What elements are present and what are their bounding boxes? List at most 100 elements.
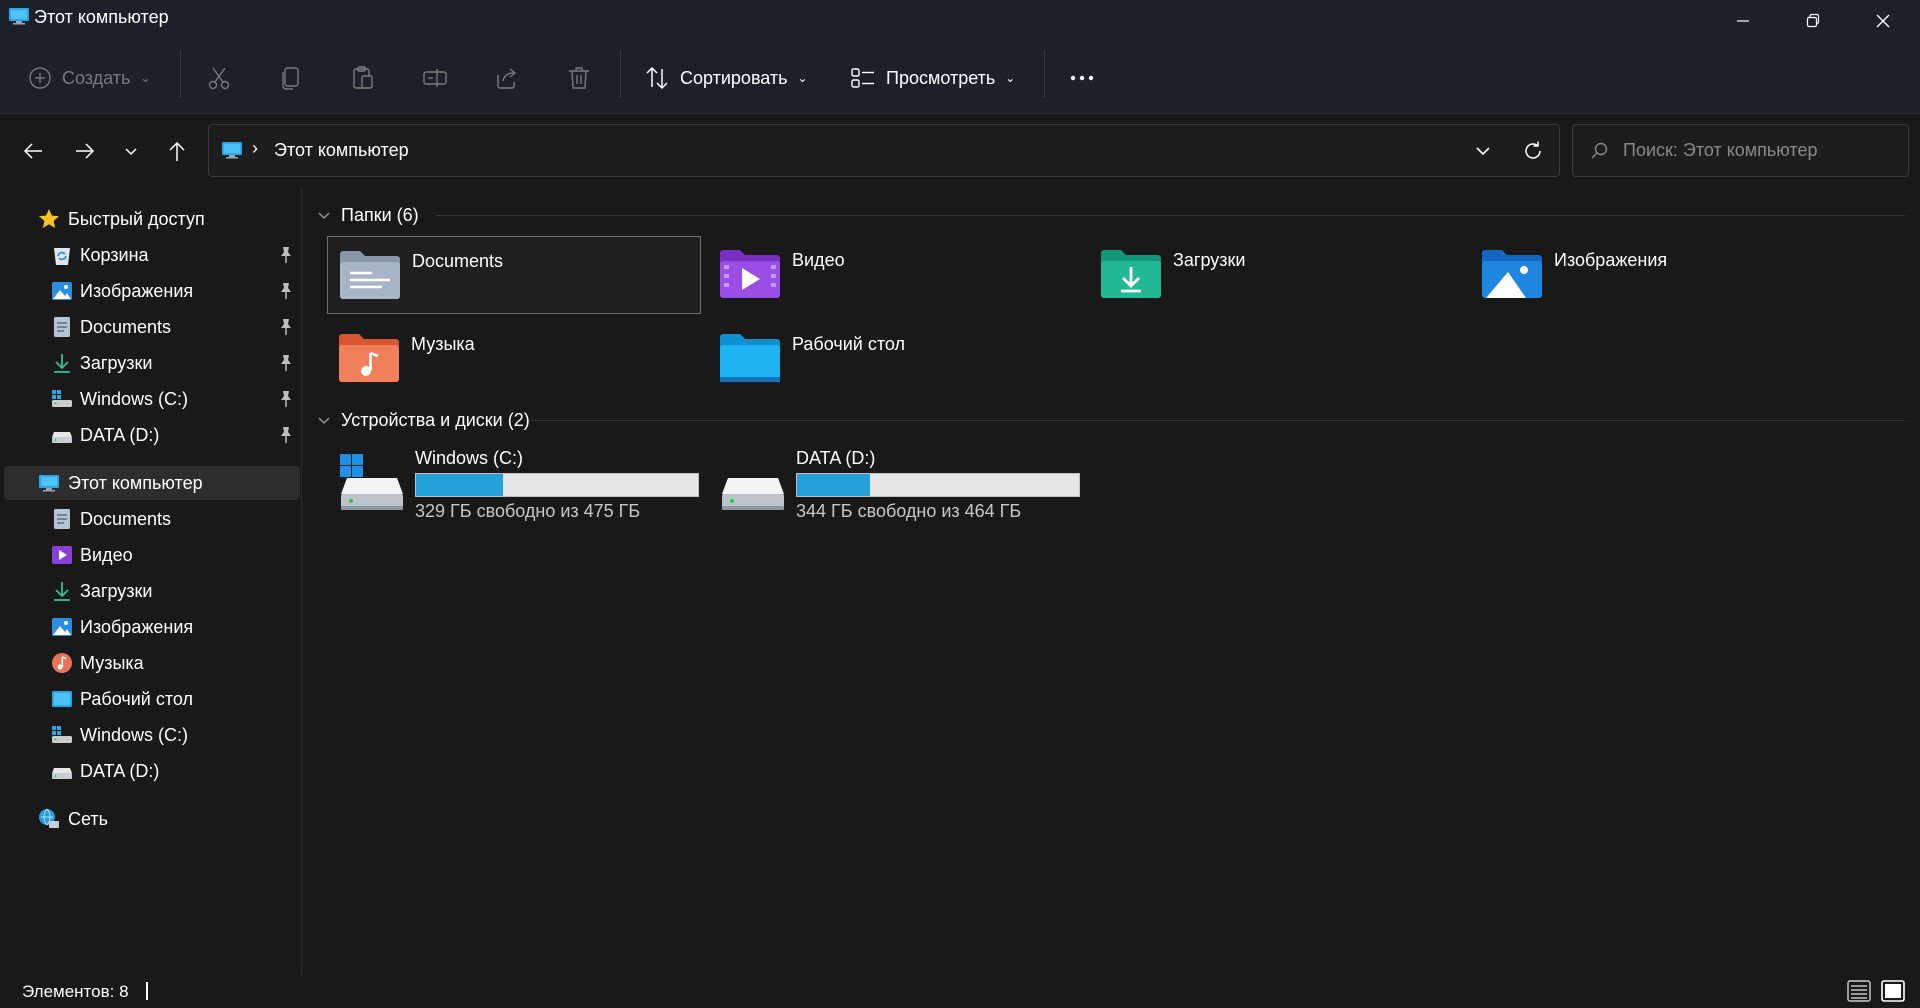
minimize-icon xyxy=(1737,20,1749,22)
sidebar-item-label: DATA (D:) xyxy=(80,425,160,445)
sidebar-item-label: Быстрый доступ xyxy=(68,209,205,229)
chevron-down-icon: ⌄ xyxy=(1005,71,1016,85)
group-header-devices[interactable]: Устройства и диски (2) xyxy=(317,406,1907,434)
search-box[interactable] xyxy=(1572,124,1909,177)
navigation-pane: Быстрый доступ Корзина Изображения Docum… xyxy=(0,188,302,974)
item-count: Элементов: 8 xyxy=(22,982,129,1001)
sort-button[interactable]: Сортировать ⌄ xyxy=(644,56,808,100)
back-button[interactable] xyxy=(16,134,50,168)
large-icons-view-icon[interactable] xyxy=(1880,979,1906,1003)
group-divider xyxy=(529,420,1905,421)
recent-locations-button[interactable] xyxy=(114,134,148,168)
share-icon xyxy=(497,68,517,89)
folder-tile-downloads[interactable]: Загрузки xyxy=(1089,236,1463,314)
sidebar-item-music[interactable]: Музыка xyxy=(0,646,298,680)
windows-drive-icon xyxy=(52,390,72,407)
sidebar-item-pictures[interactable]: Изображения xyxy=(0,274,298,308)
desktop-folder-icon xyxy=(720,334,780,382)
share-button[interactable] xyxy=(494,56,520,100)
breadcrumb-item[interactable]: Этот компьютер xyxy=(274,140,409,161)
sidebar-item-data-d[interactable]: DATA (D:) xyxy=(0,754,298,788)
sidebar-item-desktop[interactable]: Рабочий стол xyxy=(0,682,298,716)
forward-button[interactable] xyxy=(68,134,102,168)
sidebar-item-videos[interactable]: Видео xyxy=(0,538,298,572)
drive-name: Windows (C:) xyxy=(415,448,524,468)
view-icon xyxy=(851,68,874,88)
sidebar-item-windows-c[interactable]: Windows (C:) xyxy=(0,382,298,416)
sidebar-item-pictures[interactable]: Изображения xyxy=(0,610,298,644)
sidebar-item-network[interactable]: Сеть xyxy=(0,802,298,836)
cut-button[interactable] xyxy=(206,56,232,100)
refresh-icon xyxy=(1525,141,1541,159)
sidebar-item-quick-access[interactable]: Быстрый доступ xyxy=(0,202,298,236)
view-button[interactable]: Просмотреть ⌄ xyxy=(850,56,1015,100)
new-button[interactable]: Создать ⌄ xyxy=(28,56,150,100)
group-header-folders[interactable]: Папки (6) xyxy=(317,201,1907,229)
more-options-button[interactable] xyxy=(1068,56,1096,100)
search-input[interactable] xyxy=(1623,140,1903,161)
folder-name: Рабочий стол xyxy=(792,334,905,354)
windows-drive-icon xyxy=(52,726,72,743)
address-dropdown-button[interactable] xyxy=(1470,139,1496,163)
sidebar-item-label: DATA (D:) xyxy=(80,761,160,781)
videos-folder-icon xyxy=(720,250,780,298)
sidebar-item-documents[interactable]: Documents xyxy=(0,310,298,344)
new-label: Создать xyxy=(62,67,131,88)
toolbar-divider xyxy=(1044,50,1045,98)
paste-button[interactable] xyxy=(350,56,376,100)
content-pane: Папки (6) Documents Видео Загрузки Изобр… xyxy=(303,188,1920,974)
this-pc-icon xyxy=(222,142,242,159)
breadcrumb-separator[interactable]: › xyxy=(252,138,258,159)
folder-tile-documents[interactable]: Documents xyxy=(327,236,701,314)
pictures-icon xyxy=(52,282,72,300)
folder-tile-videos[interactable]: Видео xyxy=(708,236,1082,314)
sidebar-item-downloads[interactable]: Загрузки xyxy=(0,574,298,608)
group-divider xyxy=(435,215,1905,216)
minimize-button[interactable] xyxy=(1708,0,1778,42)
window-title: Этот компьютер xyxy=(34,7,169,27)
recycle-bin-icon xyxy=(54,248,70,265)
up-button[interactable] xyxy=(160,134,194,168)
group-title: Папки (6) xyxy=(341,204,419,225)
sidebar-item-windows-c[interactable]: Windows (C:) xyxy=(0,718,298,752)
sidebar-item-label: Documents xyxy=(80,317,172,337)
refresh-button[interactable] xyxy=(1520,138,1546,164)
folder-tile-pictures[interactable]: Изображения xyxy=(1470,236,1844,314)
copy-button[interactable] xyxy=(278,56,304,100)
sidebar-item-label: Windows (C:) xyxy=(80,725,189,745)
arrow-right-icon xyxy=(76,143,95,159)
drive-tile-windows-c[interactable]: Windows (C:) 329 ГБ свободно из 475 ГБ xyxy=(331,446,711,536)
sidebar-item-recycle-bin[interactable]: Корзина xyxy=(0,238,298,272)
chevron-down-icon: ⌄ xyxy=(797,71,808,85)
drive-icon xyxy=(52,432,72,443)
sidebar-item-data-d[interactable]: DATA (D:) xyxy=(0,418,298,452)
details-view-icon[interactable] xyxy=(1846,979,1872,1003)
address-bar[interactable]: › Этот компьютер xyxy=(208,124,1560,177)
sidebar-item-downloads[interactable]: Загрузки xyxy=(0,346,298,380)
folder-name: Музыка xyxy=(411,334,475,354)
copy-icon xyxy=(282,67,299,90)
sidebar-item-this-pc[interactable]: Этот компьютер xyxy=(4,466,300,500)
chevron-down-icon xyxy=(1476,147,1490,156)
sidebar-item-label: Музыка xyxy=(80,653,144,673)
folder-name: Загрузки xyxy=(1173,250,1246,270)
sidebar-item-label: Видео xyxy=(80,545,133,565)
music-icon xyxy=(52,653,72,673)
folder-tile-desktop[interactable]: Рабочий стол xyxy=(708,320,1082,398)
sidebar-item-documents[interactable]: Documents xyxy=(0,502,298,536)
status-bar: Элементов: 8 xyxy=(0,974,1920,1008)
folder-name: Видео xyxy=(792,250,845,270)
drive-icon xyxy=(722,478,784,510)
folder-tile-music[interactable]: Музыка xyxy=(327,320,701,398)
close-button[interactable] xyxy=(1848,0,1918,42)
delete-button[interactable] xyxy=(566,56,592,100)
sort-label: Сортировать xyxy=(680,67,788,88)
paste-icon xyxy=(353,66,373,89)
restore-button[interactable] xyxy=(1778,0,1848,42)
rename-button[interactable] xyxy=(422,56,448,100)
address-row: › Этот компьютер xyxy=(0,114,1920,188)
drive-tile-data-d[interactable]: DATA (D:) 344 ГБ свободно из 464 ГБ xyxy=(712,446,1092,536)
star-icon xyxy=(39,209,59,228)
sidebar-item-label: Изображения xyxy=(80,281,194,301)
pin-icon xyxy=(281,391,291,407)
